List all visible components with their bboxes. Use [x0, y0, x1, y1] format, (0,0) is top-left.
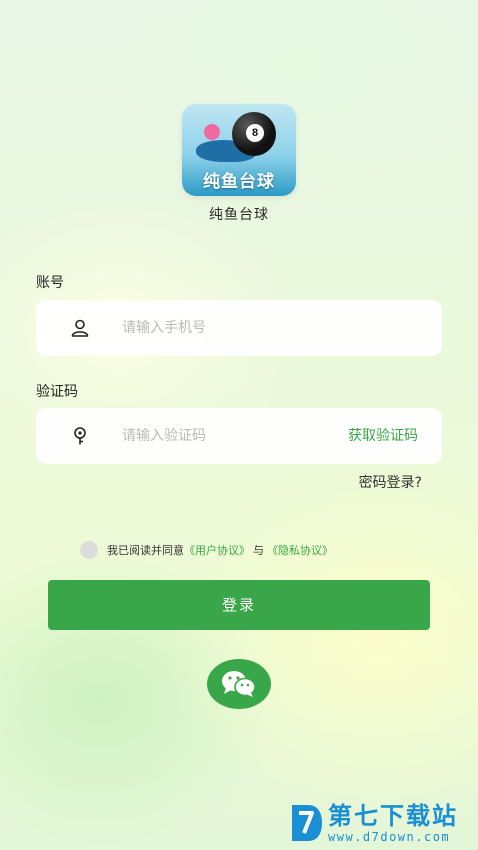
key-icon — [74, 427, 86, 445]
app-name: 纯鱼台球 — [209, 207, 269, 223]
code-input-box[interactable]: 获取验证码 — [36, 408, 442, 464]
account-label: 账号 — [36, 275, 64, 291]
logo-text: 纯鱼台球 — [203, 172, 275, 192]
login-button[interactable]: 登录 — [48, 580, 430, 630]
agreement-and: 与 — [253, 544, 264, 557]
agreement-row: 我已阅读并同意 《用户协议》 与 《隐私协议》 — [80, 541, 333, 559]
get-code-button[interactable]: 获取验证码 — [348, 408, 418, 464]
login-screen: 8 纯鱼台球 纯鱼台球 账号 验证码 获取验证码 密码登录? 我已阅读并同意 《… — [0, 0, 478, 850]
app-logo: 8 纯鱼台球 — [182, 104, 296, 196]
agreement-checkbox[interactable] — [80, 541, 98, 559]
agreement-prefix: 我已阅读并同意 — [107, 544, 184, 557]
phone-input[interactable] — [122, 300, 332, 356]
password-login-link[interactable]: 密码登录? — [359, 472, 422, 492]
wechat-login-button[interactable] — [207, 659, 271, 709]
watermark-title: 第七下载站 — [328, 802, 458, 830]
billiard-ball-icon: 8 — [232, 112, 276, 156]
watermark-url: www.d7down.com — [328, 830, 451, 844]
flower-illustration — [204, 124, 220, 140]
code-label: 验证码 — [36, 384, 78, 400]
user-agreement-link[interactable]: 《用户协议》 — [184, 542, 250, 558]
d7-logo-icon — [292, 805, 322, 841]
privacy-policy-link[interactable]: 《隐私协议》 — [267, 542, 333, 558]
wechat-icon — [222, 671, 256, 697]
code-input[interactable] — [122, 408, 332, 464]
watermark: 第七下载站 www.d7down.com — [288, 800, 458, 846]
user-icon — [71, 319, 89, 337]
phone-input-box[interactable] — [36, 300, 442, 356]
ball-number: 8 — [246, 124, 264, 142]
